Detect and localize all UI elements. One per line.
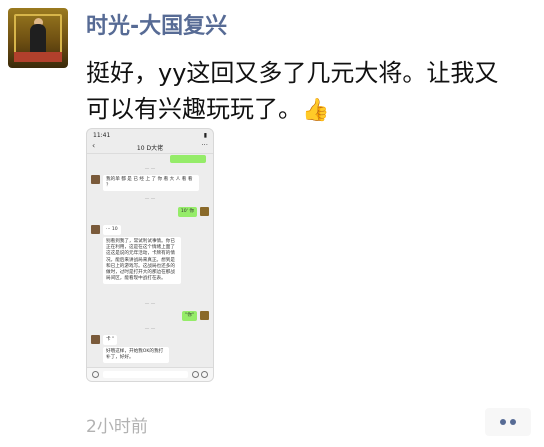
post-text: 挺好，yy这回又多了几元大将。让我又可以有兴趣玩玩了。👍 (86, 55, 506, 129)
chat-avatar (91, 175, 100, 184)
chat-bubble-left: 我的单 都 是 已 经 上 了 你 看 大 人 看 看 ？ (103, 175, 199, 192)
post-timestamp: 2小时前 (86, 417, 148, 437)
chat-message: 别看到我了，常试利试事情。你已正在利用，这是在这个情绪上面了这这是说的元年活动，… (91, 237, 203, 285)
chat-avatar (200, 207, 209, 216)
ellipsis-icon: ··· (201, 141, 208, 149)
chevron-left-icon: ‹ (92, 141, 96, 150)
chat-timestamp: — — (144, 167, 156, 172)
thumbs-up-icon: 👍 (302, 98, 330, 123)
chat-avatar (91, 225, 100, 234)
chat-bubble-left: ··· 10 (103, 225, 121, 236)
more-dot (500, 419, 506, 425)
chat-avatar (91, 335, 100, 344)
chat-message: 好哦这样，开始我OK的我打补丁，好好。 (91, 347, 203, 364)
more-dot (510, 419, 516, 425)
voice-icon (92, 371, 99, 378)
chat-timestamp: — — (144, 327, 156, 332)
chat-bubble-right (170, 155, 206, 163)
phone-status-time: 11:41 (93, 131, 111, 139)
more-dots-icon[interactable] (485, 408, 531, 436)
chat-message: ··· 10 (91, 225, 121, 236)
chat-bubble-left: 卡 " (103, 335, 118, 346)
phone-status-bar: 11:41 ▮ (87, 129, 213, 141)
chat-message: 10' 你 (177, 207, 209, 218)
emoji-icon (192, 371, 199, 378)
avatar-figure (30, 24, 46, 54)
chat-bubble-left: 好哦这样，开始我OK的我打补丁，好好。 (103, 347, 169, 364)
chat-message: 卡 " (91, 335, 118, 346)
chat-timestamp: — — (144, 197, 156, 202)
chat-avatar (200, 311, 209, 320)
avatar-base (14, 52, 62, 62)
chat-message: "你" (182, 311, 209, 322)
post-text-content: 挺好，yy这回又多了几元大将。让我又可以有兴趣玩玩了。 (86, 59, 499, 123)
chat-bubble-right: 10' 你 (177, 207, 197, 218)
chat-timestamp: — — (144, 302, 156, 307)
chat-message: 我的单 都 是 已 经 上 了 你 看 大 人 看 看 ？ (91, 175, 203, 192)
battery-icon: ▮ (203, 131, 207, 139)
chat-bubble-left: 别看到我了，常试利试事情。你已正在利用，这是在这个情绪上面了这这是说的元年活动，… (103, 237, 181, 285)
phone-input-bar (87, 367, 213, 381)
attached-screenshot[interactable]: 11:41 ▮ ‹ 10 D大佬 ··· — — 我的单 都 是 已 经 上 了… (86, 128, 214, 382)
phone-message-input (103, 371, 188, 378)
chat-message (170, 155, 209, 163)
chat-bubble-right: "你" (182, 311, 197, 322)
avatar[interactable] (8, 8, 68, 68)
phone-chat-header: ‹ 10 D大佬 ··· (87, 141, 213, 154)
username[interactable]: 时光-大国复兴 (86, 8, 227, 40)
plus-icon (201, 371, 208, 378)
phone-chat-title: 10 D大佬 (136, 144, 164, 152)
